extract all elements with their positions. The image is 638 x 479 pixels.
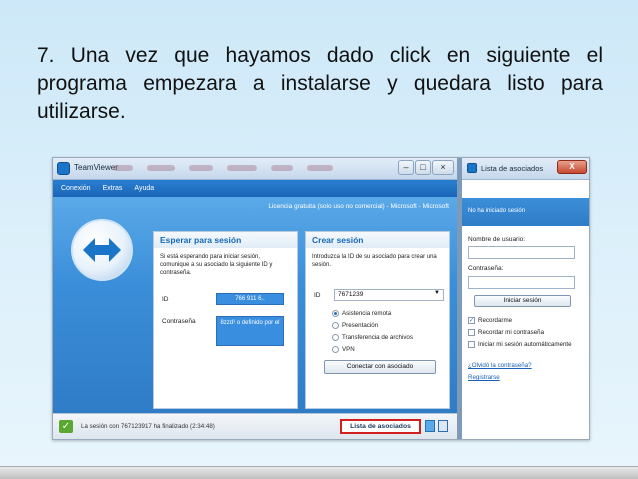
partner-list-title: Lista de asociados	[481, 164, 544, 173]
connect-partner-button[interactable]: Conectar con asociado	[324, 360, 436, 374]
login-banner: No ha iniciado sesión	[462, 198, 589, 226]
checkmark-icon: ✓	[59, 420, 73, 433]
menu-bar: Conexión Extras Ayuda	[53, 180, 457, 197]
status-bar: ✓ La sesión con 767123917 ha finalizado …	[53, 413, 457, 439]
radio-asistencia-remota[interactable]: Asistencia remota	[332, 310, 391, 317]
slide-background: 7. Una vez que hayamos dado click en sig…	[0, 0, 638, 479]
partner-id-value: 7671239	[338, 291, 364, 298]
wait-session-text: Si está esperando para iniciar sesión, c…	[160, 254, 273, 276]
password-input[interactable]	[468, 276, 575, 289]
radio-empty-icon	[332, 322, 339, 329]
teamviewer-body: Licencia gratuita (solo uso no comercial…	[53, 197, 457, 413]
partner-id-combo[interactable]: 7671239 ▼	[334, 289, 444, 301]
session-status-text: La sesión con 767123917 ha finalizado (2…	[81, 423, 215, 430]
teamviewer-titlebar: TeamViewer – □ ×	[53, 158, 457, 180]
teamviewer-small-icon	[467, 163, 477, 173]
wait-password-label: Contraseña	[162, 318, 196, 325]
create-session-text: Introduzca la ID de su asociado para cre…	[312, 254, 437, 268]
teamviewer-app-icon	[57, 162, 70, 175]
window-title: TeamViewer	[74, 163, 118, 172]
login-button[interactable]: Iniciar sesión	[474, 295, 571, 307]
radio-empty-icon	[332, 334, 339, 341]
radio-vpn[interactable]: VPN	[332, 346, 355, 353]
forgot-password-link[interactable]: ¿Olvidó la contraseña?	[468, 362, 532, 369]
wait-password-value: 8zzd¹ o definido por el	[216, 316, 284, 346]
checkbox-recordar-contrasena[interactable]: Recordar mi contraseña	[468, 329, 544, 336]
checkbox-empty-icon	[468, 329, 475, 336]
radio-presentacion[interactable]: Presentación	[332, 322, 378, 329]
panel-toggle-icon-2[interactable]	[438, 420, 448, 432]
create-session-heading: Crear sesión	[306, 232, 449, 248]
wait-id-label: ID	[162, 296, 169, 303]
radio-transferencia-archivos[interactable]: Transferencia de archivos	[332, 334, 413, 341]
slide-footer-bar	[0, 466, 638, 479]
not-logged-in-text: No ha iniciado sesión	[468, 208, 526, 214]
username-label: Nombre de usuario:	[468, 236, 526, 243]
password-label: Contraseña:	[468, 265, 504, 272]
panel-toggle-icon[interactable]	[425, 420, 435, 432]
minimize-button[interactable]: –	[398, 160, 414, 175]
license-text: Licencia gratuita (solo uso no comercial…	[268, 203, 449, 210]
menu-item-ayuda[interactable]: Ayuda	[134, 185, 154, 192]
chevron-down-icon: ▼	[434, 290, 440, 296]
username-input[interactable]	[468, 246, 575, 259]
teamviewer-logo-icon	[71, 219, 133, 281]
wait-session-panel: Esperar para sesión Si está esperando pa…	[153, 231, 298, 409]
checkbox-empty-icon	[468, 341, 475, 348]
slide-caption: 7. Una vez que hayamos dado click en sig…	[37, 44, 603, 123]
double-arrow-icon	[83, 238, 121, 262]
close-button[interactable]: ×	[432, 160, 454, 175]
create-id-label: ID	[314, 292, 321, 299]
screenshot-composite: TeamViewer – □ × Conexión Extras Ayuda L…	[52, 157, 590, 440]
maximize-button[interactable]: □	[415, 160, 431, 175]
checkbox-recordarme[interactable]: ✓ Recordarme	[468, 317, 512, 324]
menu-item-conexion[interactable]: Conexión	[61, 185, 91, 192]
register-link[interactable]: Registrarse	[468, 374, 500, 381]
partner-list-button[interactable]: Lista de asociados	[340, 419, 421, 434]
checkbox-checked-icon: ✓	[468, 317, 475, 324]
blurred-taskbar	[113, 162, 383, 174]
teamviewer-window: TeamViewer – □ × Conexión Extras Ayuda L…	[53, 158, 457, 439]
close-icon[interactable]: X	[557, 160, 587, 174]
checkbox-iniciar-automaticamente[interactable]: Iniciar mi sesión automáticamente	[468, 341, 572, 348]
partner-list-titlebar: Lista de asociados X	[462, 158, 589, 180]
radio-empty-icon	[332, 346, 339, 353]
partner-list-window: Lista de asociados X No ha iniciado sesi…	[462, 158, 589, 439]
menu-item-extras[interactable]: Extras	[103, 185, 123, 192]
wait-session-heading: Esperar para sesión	[154, 232, 297, 248]
wait-id-value: 766 911 6..	[216, 293, 284, 305]
create-session-panel: Crear sesión Introduzca la ID de su asoc…	[305, 231, 450, 409]
radio-selected-icon	[332, 310, 339, 317]
